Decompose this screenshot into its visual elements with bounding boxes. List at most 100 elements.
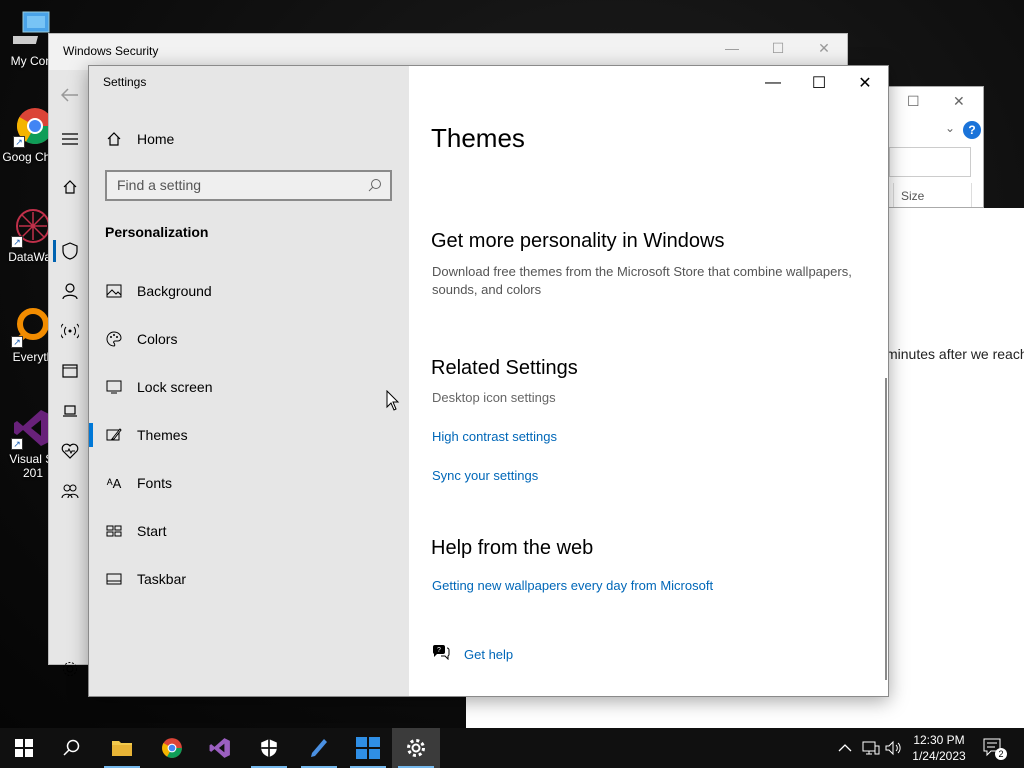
start-button[interactable] bbox=[0, 728, 48, 768]
windows-logo-icon bbox=[15, 739, 33, 757]
personality-description: Download free themes from the Microsoft … bbox=[432, 264, 852, 297]
monitor-icon bbox=[105, 378, 123, 396]
home-icon[interactable] bbox=[59, 176, 81, 198]
active-nav-indicator bbox=[89, 423, 93, 447]
taskbar: 12:30 PM 1/24/2023 2 bbox=[0, 728, 1024, 768]
visual-studio-icon bbox=[209, 738, 230, 758]
column-divider bbox=[893, 183, 894, 207]
desktop-icon-settings-link[interactable]: Desktop icon settings bbox=[432, 390, 556, 405]
maximize-icon[interactable]: ☐ bbox=[755, 40, 801, 57]
get-help-button[interactable]: ? Get help bbox=[432, 644, 513, 665]
taskbar-file-explorer[interactable] bbox=[98, 728, 146, 768]
hamburger-menu-icon[interactable] bbox=[59, 128, 81, 150]
explorer-search-input[interactable] bbox=[889, 147, 971, 177]
account-icon[interactable] bbox=[59, 280, 81, 302]
clock-time: 12:30 PM bbox=[913, 733, 965, 747]
shield-icon bbox=[261, 739, 277, 757]
scrollbar[interactable] bbox=[885, 378, 887, 680]
computer-icon bbox=[7, 10, 53, 50]
wallpapers-link[interactable]: Getting new wallpapers every day from Mi… bbox=[432, 578, 713, 593]
taskbar-pen-app[interactable] bbox=[295, 728, 343, 768]
window-title: Settings bbox=[103, 75, 147, 89]
shortcut-arrow-icon: ↗ bbox=[13, 136, 25, 148]
search-button[interactable] bbox=[48, 728, 96, 768]
nav-fonts[interactable]: ᴬA Fonts bbox=[105, 471, 172, 495]
network-tray-button[interactable] bbox=[862, 728, 880, 768]
column-header-size[interactable]: Size bbox=[901, 189, 924, 203]
nav-colors-label: Colors bbox=[137, 331, 178, 347]
settings-gear-icon[interactable] bbox=[59, 658, 81, 680]
shield-icon[interactable] bbox=[59, 240, 81, 262]
find-setting-input[interactable]: Find a setting bbox=[105, 170, 392, 201]
nav-lock-screen-label: Lock screen bbox=[137, 379, 213, 395]
device-security-icon[interactable] bbox=[59, 400, 81, 422]
home-icon bbox=[105, 130, 123, 148]
clock-date: 1/24/2023 bbox=[912, 749, 966, 763]
chevron-down-icon[interactable]: ⌄ bbox=[945, 121, 955, 135]
family-icon[interactable] bbox=[59, 480, 81, 502]
nav-taskbar-label: Taskbar bbox=[137, 571, 187, 587]
settings-window: Settings Home Find a setting Personaliza… bbox=[88, 65, 889, 697]
settings-gear-icon bbox=[407, 739, 425, 757]
wireless-icon[interactable] bbox=[59, 320, 81, 342]
nav-home[interactable]: Home bbox=[105, 127, 174, 151]
maximize-icon[interactable]: ☐ bbox=[907, 93, 920, 110]
high-contrast-settings-link[interactable]: High contrast settings bbox=[432, 429, 557, 444]
taskbar-chrome[interactable] bbox=[148, 728, 196, 768]
nav-taskbar[interactable]: Taskbar bbox=[105, 567, 186, 591]
taskbar-visual-studio[interactable] bbox=[196, 728, 244, 768]
chevron-up-icon bbox=[838, 744, 852, 752]
nav-lock-screen[interactable]: Lock screen bbox=[105, 375, 212, 399]
nav-background[interactable]: Background bbox=[105, 279, 212, 303]
nav-colors[interactable]: Colors bbox=[105, 327, 177, 351]
active-indicator bbox=[53, 240, 56, 262]
personality-heading: Get more personality in Windows bbox=[431, 230, 725, 252]
volume-icon bbox=[885, 740, 901, 756]
related-settings-heading: Related Settings bbox=[431, 357, 578, 379]
nav-home-label: Home bbox=[137, 131, 175, 147]
minimize-icon[interactable]: — bbox=[709, 40, 755, 56]
taskbar-windows-security[interactable] bbox=[245, 728, 293, 768]
settings-content: — ☐ ✕ Themes Get more personality in Win… bbox=[409, 66, 888, 696]
settings-sidebar: Settings Home Find a setting Personaliza… bbox=[89, 66, 409, 696]
close-icon[interactable]: ✕ bbox=[801, 40, 847, 57]
back-arrow-icon[interactable] bbox=[59, 84, 81, 106]
tiles-app-icon bbox=[356, 737, 380, 759]
taskbar-icon bbox=[105, 570, 123, 588]
folder-icon bbox=[112, 741, 132, 756]
minimize-button[interactable]: — bbox=[750, 72, 796, 94]
nav-fonts-label: Fonts bbox=[137, 475, 173, 491]
page-title: Themes bbox=[431, 123, 525, 153]
app-browser-icon[interactable] bbox=[59, 360, 81, 382]
chrome-icon bbox=[162, 738, 182, 758]
datawag-icon: ↗ bbox=[11, 206, 53, 248]
action-center-button[interactable]: 2 bbox=[983, 728, 1007, 768]
column-divider bbox=[971, 183, 972, 207]
help-heading: Help from the web bbox=[431, 537, 594, 559]
nav-start[interactable]: Start bbox=[105, 519, 167, 543]
clock[interactable]: 12:30 PM 1/24/2023 bbox=[906, 732, 972, 764]
nav-background-label: Background bbox=[137, 283, 212, 299]
window-title: Windows Security bbox=[63, 44, 159, 58]
taskbar-settings[interactable] bbox=[392, 728, 440, 768]
nav-themes[interactable]: Themes bbox=[105, 423, 188, 447]
palette-icon bbox=[105, 330, 123, 348]
maximize-button[interactable]: ☐ bbox=[796, 72, 842, 94]
picture-icon bbox=[105, 282, 123, 300]
font-icon: ᴬA bbox=[106, 475, 122, 491]
show-hidden-icons[interactable] bbox=[838, 728, 852, 768]
sync-settings-link[interactable]: Sync your settings bbox=[432, 468, 538, 483]
mouse-cursor-icon bbox=[386, 389, 400, 417]
search-icon bbox=[368, 178, 382, 195]
taskbar-app-tiles[interactable] bbox=[344, 728, 392, 768]
get-help-label: Get help bbox=[464, 647, 514, 662]
health-heart-icon[interactable] bbox=[59, 440, 81, 462]
volume-tray-button[interactable] bbox=[885, 728, 903, 768]
help-icon[interactable]: ? bbox=[963, 121, 981, 139]
close-button[interactable]: ✕ bbox=[842, 72, 888, 94]
visual-studio-icon: ↗ bbox=[11, 408, 53, 450]
search-icon bbox=[63, 739, 80, 756]
close-icon[interactable]: ✕ bbox=[953, 93, 965, 110]
document-text: minutes after we reach bbox=[886, 346, 1024, 362]
shortcut-arrow-icon: ↗ bbox=[11, 336, 23, 348]
